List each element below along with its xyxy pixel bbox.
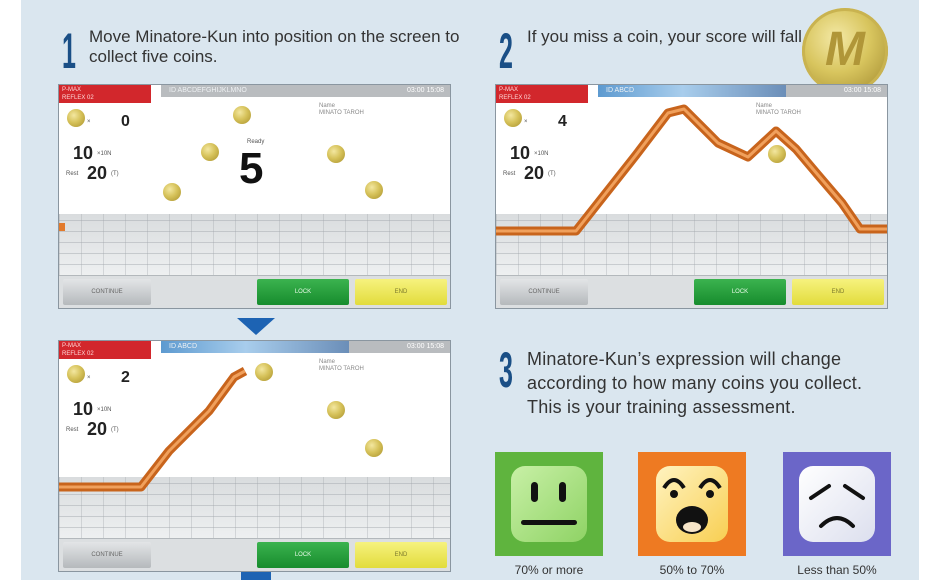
multiplier-unit: ×10N [97, 151, 112, 157]
end-button[interactable]: END [355, 279, 447, 305]
player-name: Name MINATO TAROH [319, 103, 364, 116]
multiplier: 10 [73, 143, 94, 163]
clock: 03:00 15:08 [407, 87, 444, 94]
arrow-down-icon [237, 318, 275, 335]
sad-face-icon [783, 452, 891, 556]
face-caption-low: Less than 50% [797, 563, 877, 577]
step-1-text: Move Minatore-Kun into position on the s… [89, 27, 460, 66]
step-2-number: 2 [499, 23, 513, 79]
coin-badge-icon: M [802, 8, 888, 94]
continue-button[interactable]: CONTINUE [63, 542, 151, 568]
countdown: 5 [239, 144, 264, 193]
rest-unit: (T) [111, 171, 119, 177]
screen-button-bar: CONTINUE LOCK END [59, 538, 450, 571]
laughing-face-icon [638, 452, 746, 556]
smile-face-icon [495, 452, 603, 556]
rest-value: 20 [87, 163, 108, 183]
rest-label: Rest [66, 171, 79, 177]
lock-button[interactable]: LOCK [694, 279, 786, 305]
instruction-panel: 1 Move Minatore-Kun into position on the… [21, 0, 919, 580]
coin [327, 145, 345, 163]
arrow-down-icon [241, 572, 271, 580]
force-trace [496, 104, 887, 236]
game-screen-partial: P-MAX REFLEX 02 ID ABCD 03:00 15:08 Name… [58, 340, 451, 572]
user-id: ID ABCDEFGHIJKLMNO [169, 87, 247, 94]
step-2-text: If you miss a coin, your score will fall… [527, 27, 807, 46]
force-trace [59, 367, 248, 492]
lock-button[interactable]: LOCK [257, 279, 349, 305]
continue-button[interactable]: CONTINUE [500, 279, 588, 305]
coin [233, 106, 251, 124]
coins-collected: 0 [121, 113, 130, 130]
lock-button[interactable]: LOCK [257, 542, 349, 568]
screen-header: P-MAX REFLEX 02 ID ABCDEFGHIJKLMNO 03:00… [59, 85, 450, 103]
face-caption-mid: 50% to 70% [659, 563, 725, 577]
face-caption-high: 70% or more [514, 563, 584, 577]
end-button[interactable]: END [792, 279, 884, 305]
coin [201, 143, 219, 161]
mode-label: P-MAX REFLEX 02 [59, 85, 151, 103]
coin [365, 181, 383, 199]
floor-grid [59, 214, 450, 276]
continue-button[interactable]: CONTINUE [63, 279, 151, 305]
screen-button-bar: CONTINUE LOCK END [59, 275, 450, 308]
coin [163, 183, 181, 201]
game-screen-ready: P-MAX REFLEX 02 ID ABCDEFGHIJKLMNO 03:00… [58, 84, 451, 309]
coin-counter-icon [67, 109, 85, 127]
step-3-text: Minatore-Kun’s expression will change ac… [527, 349, 863, 417]
coin-badge-letter: M [825, 23, 865, 76]
screen-button-bar: CONTINUE LOCK END [496, 275, 887, 308]
end-button[interactable]: END [355, 542, 447, 568]
step-1-number: 1 [62, 23, 76, 79]
step-3-number: 3 [499, 342, 513, 398]
game-screen-collecting: P-MAX REFLEX 02 ID ABCD 03:00 15:08 Name… [495, 84, 888, 309]
